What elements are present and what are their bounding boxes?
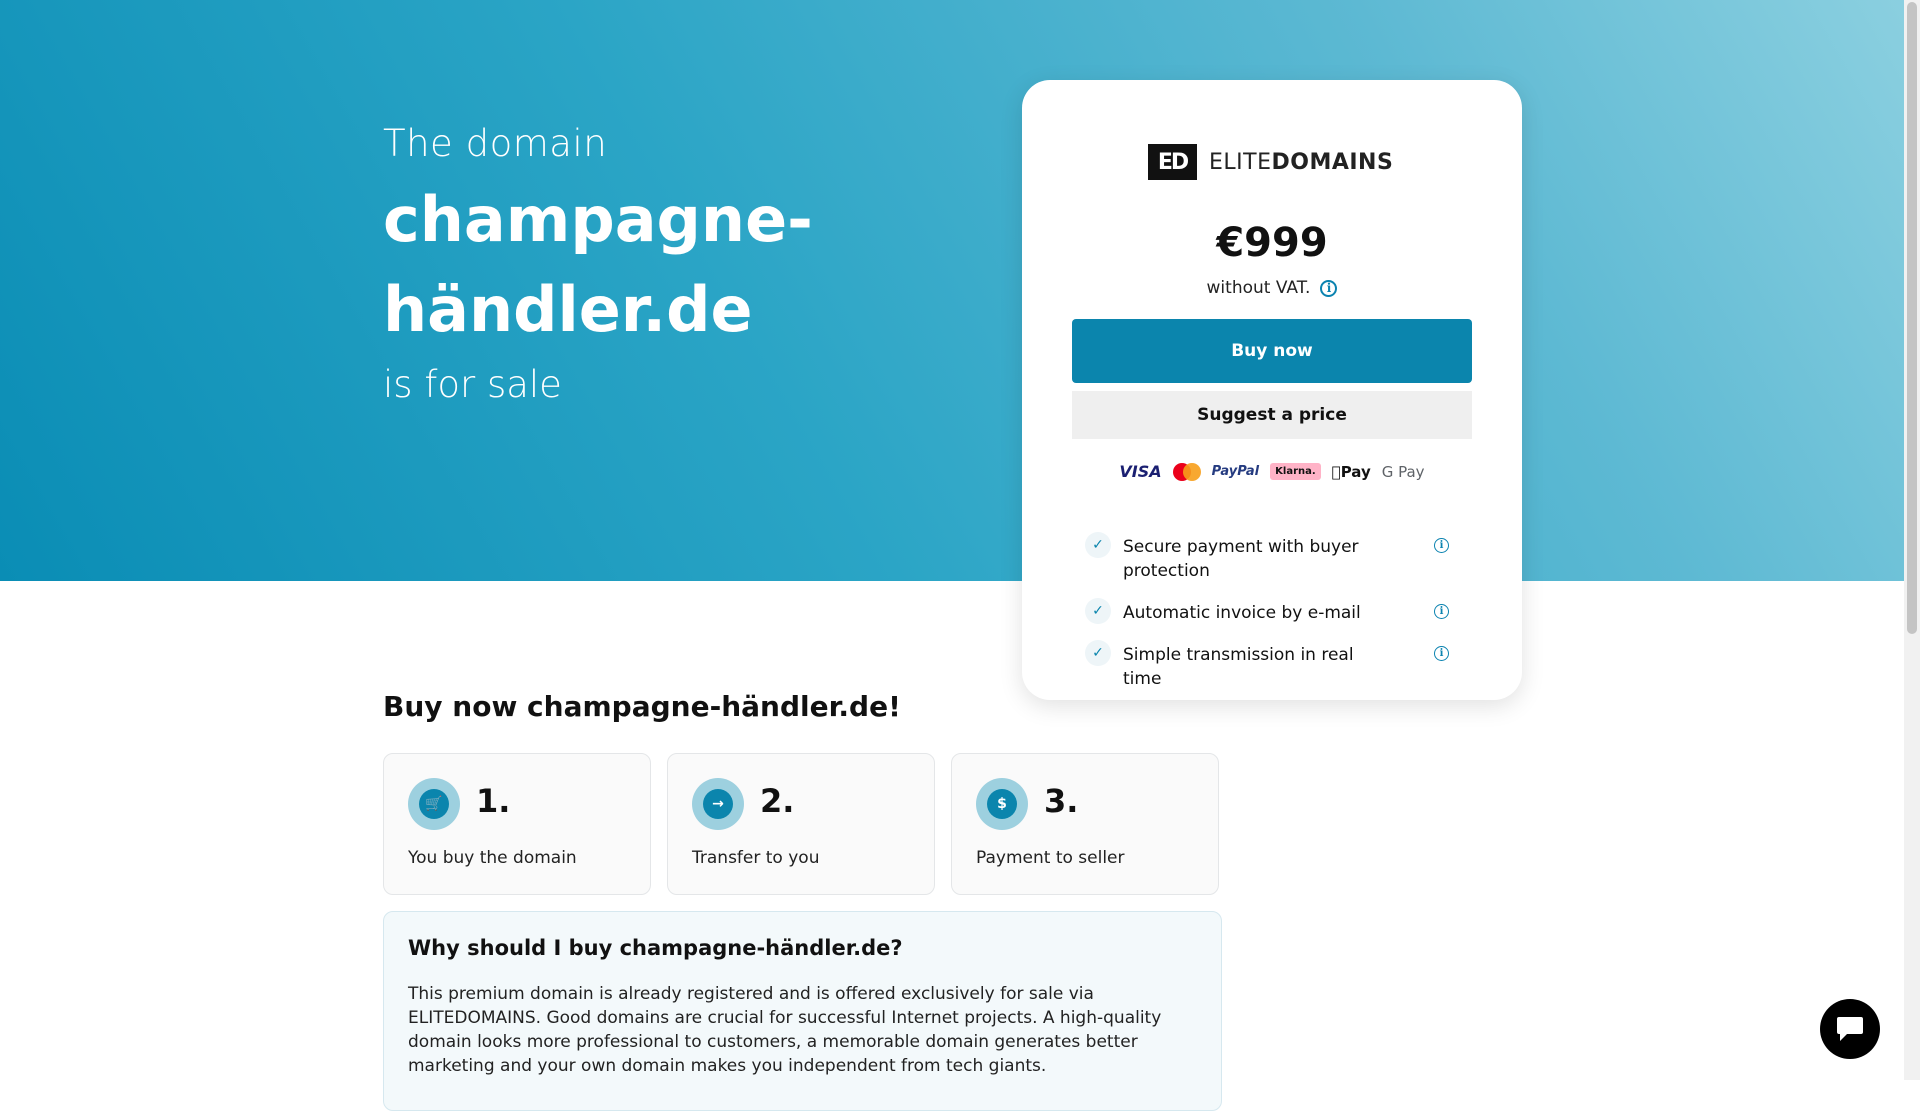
arrow-right-icon: → (692, 778, 744, 830)
check-icon: ✓ (1085, 532, 1111, 558)
feature-label: Secure payment with buyer protection (1123, 537, 1359, 581)
chat-bubble-icon (1837, 1017, 1863, 1041)
scrollbar[interactable] (1904, 0, 1920, 1080)
feature-item: ✓ Automatic invoice by e-mail i (1085, 598, 1455, 625)
steps-list: 🛒 1. You buy the domain → 2. Transfer to… (383, 753, 1219, 895)
hero-text: The domain champagne-händler.de is for s… (383, 122, 943, 406)
elitedomains-logo[interactable]: ED ELITEDOMAINS (1148, 144, 1393, 180)
why-title: Why should I buy champagne-händler.de? (408, 936, 903, 960)
feature-list: ✓ Secure payment with buyer protection i… (1085, 532, 1455, 709)
apple-pay-icon: Pay (1332, 463, 1371, 481)
cart-icon: 🛒 (408, 778, 460, 830)
dollar-icon: $ (976, 778, 1028, 830)
klarna-icon: Klarna. (1270, 463, 1321, 480)
why-body: This premium domain is already registere… (408, 984, 1162, 1076)
info-icon[interactable]: i (1434, 604, 1449, 619)
info-icon[interactable]: i (1434, 646, 1449, 661)
suggest-price-button[interactable]: Suggest a price (1072, 391, 1472, 439)
hero-domain-name: champagne-händler.de (383, 183, 813, 346)
logo-mark: ED (1148, 144, 1197, 180)
mastercard-icon (1172, 462, 1201, 481)
hero-banner: The domain champagne-händler.de is for s… (0, 0, 1920, 581)
step-number: 2. (760, 782, 795, 820)
payment-methods: VISA PayPal Klarna. Pay G Pay (1022, 462, 1522, 481)
info-icon[interactable]: i (1320, 279, 1338, 297)
check-icon: ✓ (1085, 640, 1111, 666)
buy-now-button[interactable]: Buy now (1072, 319, 1472, 383)
purchase-card: ED ELITEDOMAINS €999 without VAT. i Buy … (1022, 80, 1522, 700)
price: €999 (1216, 220, 1328, 266)
hero-prefix: The domain (383, 122, 608, 165)
logo-text-light: ELITE (1209, 149, 1272, 175)
vat-note-text: without VAT. (1206, 278, 1311, 298)
step-label: Transfer to you (692, 848, 820, 868)
feature-item: ✓ Secure payment with buyer protection i (1085, 532, 1455, 583)
why-buy-section: Why should I buy champagne-händler.de? T… (383, 911, 1222, 1111)
step-label: Payment to seller (976, 848, 1125, 868)
step-label: You buy the domain (408, 848, 577, 868)
google-pay-icon: G Pay (1377, 462, 1425, 481)
visa-icon: VISA (1119, 462, 1162, 481)
check-icon: ✓ (1085, 598, 1111, 624)
hero-suffix: is for sale (383, 363, 562, 406)
logo-text: ELITEDOMAINS (1209, 150, 1393, 175)
info-icon[interactable]: i (1434, 538, 1449, 553)
apple-pay-label: Pay (1336, 462, 1371, 481)
scrollbar-thumb[interactable] (1907, 2, 1917, 634)
chat-button[interactable] (1820, 999, 1880, 1059)
feature-label: Simple transmission in real time (1123, 645, 1354, 689)
step-card: 🛒 1. You buy the domain (383, 753, 651, 895)
step-number: 1. (476, 782, 511, 820)
steps-title: Buy now champagne-händler.de! (383, 690, 901, 723)
paypal-icon: PayPal (1211, 464, 1260, 479)
step-card: $ 3. Payment to seller (951, 753, 1219, 895)
step-card: → 2. Transfer to you (667, 753, 935, 895)
logo-text-bold: DOMAINS (1271, 149, 1394, 175)
step-number: 3. (1044, 782, 1079, 820)
feature-item: ✓ Simple transmission in real time i (1085, 640, 1455, 691)
vat-note: without VAT. i (1022, 278, 1522, 298)
feature-label: Automatic invoice by e-mail (1123, 603, 1361, 623)
